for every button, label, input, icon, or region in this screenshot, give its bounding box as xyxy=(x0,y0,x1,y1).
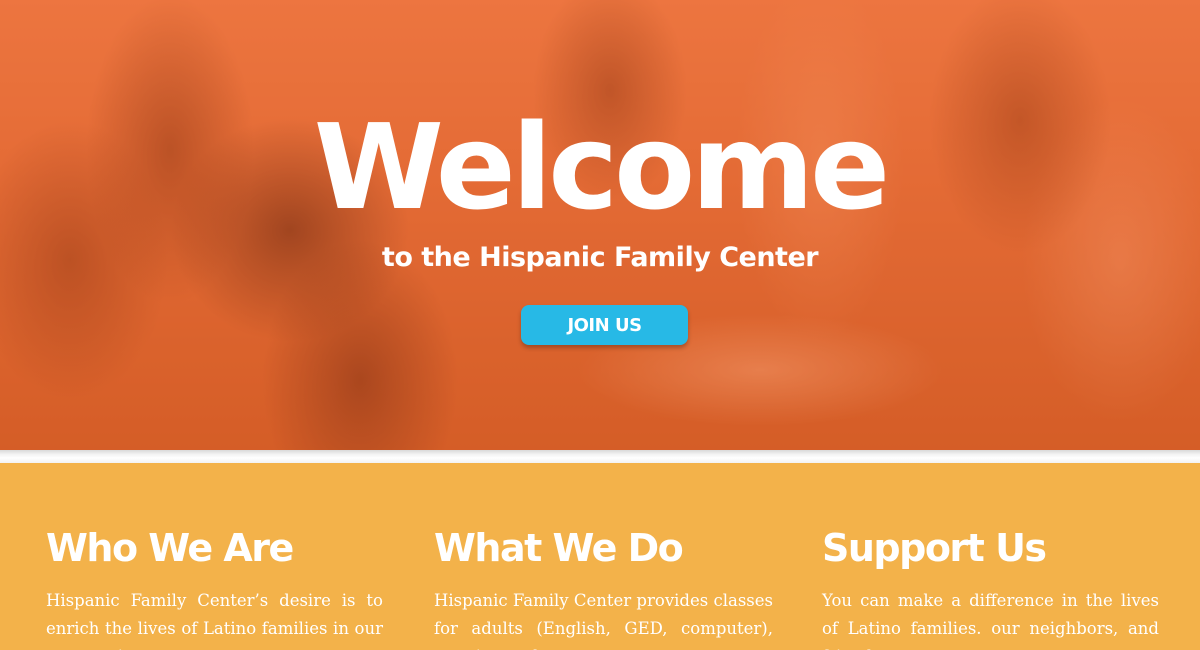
hero-subtitle: to the Hispanic Family Center xyxy=(381,242,819,273)
section-divider xyxy=(0,450,1200,463)
hero-banner: Welcome to the Hispanic Family Center JO… xyxy=(0,0,1200,450)
who-we-are-heading: Who We Are xyxy=(46,526,294,570)
what-we-do-text: Hispanic Family Center provides classes … xyxy=(434,591,773,650)
hero-title: Welcome xyxy=(313,98,890,236)
join-us-button[interactable]: JOIN US xyxy=(521,305,688,345)
support-us-heading: Support Us xyxy=(822,526,1047,570)
what-we-do-heading: What We Do xyxy=(434,526,684,570)
support-us-text: You can make a difference in the lives o… xyxy=(822,591,1159,650)
info-section: Who We Are Hispanic Family Center’s desi… xyxy=(0,463,1200,650)
who-we-are-text: Hispanic Family Center’s desire is to en… xyxy=(46,591,383,650)
